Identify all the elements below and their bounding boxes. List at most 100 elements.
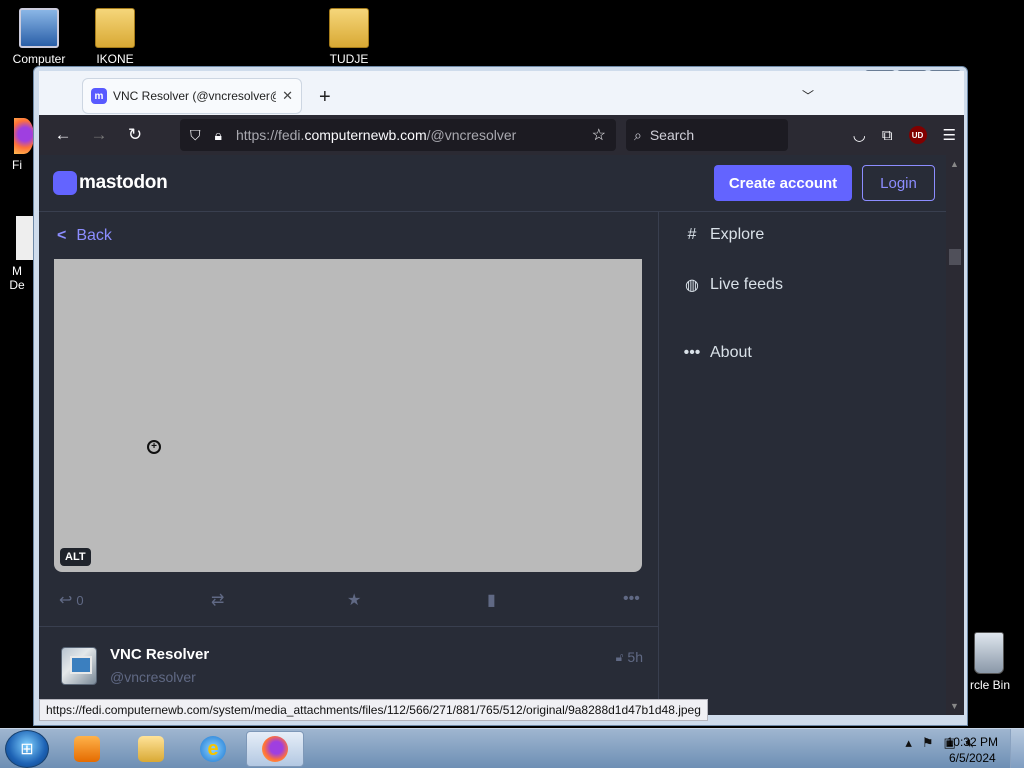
navigation-sidebar: # Explore ◍ Live feeds ••• About: [660, 212, 946, 715]
media-player-icon: [74, 736, 100, 762]
forward-arrow-icon[interactable]: →: [81, 125, 117, 145]
tab-bar: m VNC Resolver (@vncresolver@f ✕ + ﹀: [39, 71, 964, 115]
taskbar-firefox[interactable]: [246, 731, 304, 767]
status-time-text: 5h: [627, 649, 643, 665]
desktop: Computer IKONE TUDJE Fi M De rcle Bin ▁ …: [0, 0, 1024, 768]
status-action-bar: ↩ 0 ⇄ ★ ▮ •••: [57, 590, 647, 614]
back-arrow-icon[interactable]: ←: [45, 125, 81, 145]
back-link[interactable]: < Back: [57, 212, 112, 259]
desktop-icon-firefox[interactable]: Fi: [0, 118, 34, 172]
desktop-icon-tudje[interactable]: TUDJE: [314, 8, 384, 66]
show-desktop-button[interactable]: [1010, 729, 1024, 768]
start-button[interactable]: ⊞: [5, 730, 49, 768]
link-status-url: https://fedi.computernewb.com/system/med…: [39, 699, 708, 721]
clock-time: 10:32 PM: [946, 735, 998, 749]
scroll-up-icon[interactable]: ▲: [950, 159, 959, 169]
reply-icon: ↩: [59, 592, 73, 609]
taskbar-internet-explorer[interactable]: e: [184, 731, 242, 767]
folder-icon: [138, 736, 164, 762]
ellipsis-icon: •••: [683, 344, 701, 361]
taskbar: ⊞ e ▴ ⚑ ▣ 🔇︎ 10:32 PM 6/5/2024: [0, 728, 1024, 768]
desktop-icon-label: IKONE: [96, 52, 134, 66]
show-hidden-icons-chevron-up-icon[interactable]: ▴: [905, 735, 912, 751]
sidebar-item-live-feeds[interactable]: ◍ Live feeds: [682, 275, 783, 295]
main-column: < Back + ALT ↩ 0 ⇄ ★ ▮ ••• VNC Resolver …: [39, 212, 659, 715]
new-tab-button[interactable]: +: [319, 86, 331, 109]
scrollbar-thumb[interactable]: [949, 249, 961, 265]
taskbar-explorer[interactable]: [122, 731, 180, 767]
mastodon-page: mastodon Create account Login < Back + A…: [39, 155, 946, 715]
scroll-down-icon[interactable]: ▼: [950, 701, 959, 711]
globe-icon: ◍: [685, 277, 699, 294]
status-timestamp[interactable]: 🔓︎ 5h: [616, 649, 643, 665]
search-input[interactable]: ⌕ Search: [626, 119, 788, 151]
action-center-flag-icon[interactable]: ⚑: [922, 735, 934, 751]
boost-retweet-icon[interactable]: ⇄: [211, 590, 224, 610]
logo-text: mastodon: [79, 172, 168, 193]
unlocked-icon: 🔓︎: [615, 649, 624, 664]
desktop-icon-label: M: [12, 264, 22, 278]
desktop-icon-computer[interactable]: Computer: [4, 8, 74, 66]
ublock-origin-icon[interactable]: UD: [908, 126, 927, 144]
menu-hamburger-icon[interactable]: ☰: [943, 126, 956, 144]
shortcut-icon: [16, 216, 34, 260]
alt-badge[interactable]: ALT: [60, 548, 91, 566]
taskbar-media-player[interactable]: [58, 731, 116, 767]
reply-button[interactable]: ↩ 0: [59, 590, 84, 610]
browser-window: ▁ ❐ ✕ m VNC Resolver (@vncresolver@f ✕ +…: [33, 66, 968, 726]
more-ellipsis-icon[interactable]: •••: [623, 590, 640, 608]
chevron-left-icon: <: [57, 226, 67, 244]
mastodon-logo-icon: [53, 171, 77, 195]
reload-icon[interactable]: ↻: [117, 125, 153, 145]
status-handle[interactable]: @vncresolver: [110, 669, 196, 685]
avatar[interactable]: [61, 647, 97, 685]
firefox-icon: [14, 118, 34, 154]
bookmark-icon[interactable]: ▮: [487, 590, 496, 610]
computer-icon: [19, 8, 59, 48]
firefox-icon: [262, 736, 288, 762]
sidebar-item-label: About: [710, 344, 752, 361]
mastodon-favicon-icon: m: [91, 88, 107, 104]
page-scrollbar[interactable]: ▲ ▼: [946, 155, 964, 715]
pocket-icon[interactable]: ◡: [853, 126, 866, 144]
sidebar-item-about[interactable]: ••• About: [682, 344, 752, 362]
desktop-icon-label: TUDJE: [329, 52, 369, 66]
sidebar-item-label: Explore: [710, 226, 765, 243]
search-placeholder: Search: [649, 127, 695, 143]
folder-icon: [329, 8, 369, 48]
favourite-star-icon[interactable]: ★: [347, 590, 361, 610]
login-button[interactable]: Login: [862, 165, 935, 201]
list-all-tabs-chevron-down-icon[interactable]: ﹀: [802, 87, 814, 104]
zoom-in-cursor-icon: +: [147, 440, 161, 454]
url-bar[interactable]: ⛉ 🔒︎ https://fedi.computernewb.com/@vncr…: [180, 119, 616, 151]
mastodon-header: mastodon Create account Login: [39, 155, 946, 212]
extensions-puzzle-icon[interactable]: ⧉: [882, 127, 893, 144]
shield-icon[interactable]: ⛉: [190, 127, 201, 144]
desktop-icon-shortcut[interactable]: M De: [0, 216, 34, 292]
internet-explorer-icon: e: [200, 736, 226, 762]
back-label: Back: [76, 226, 112, 244]
close-tab-icon[interactable]: ✕: [282, 88, 293, 104]
status-display-name[interactable]: VNC Resolver: [110, 646, 209, 663]
bookmark-star-icon[interactable]: ☆: [592, 125, 606, 145]
desktop-icon-label: Computer: [12, 52, 66, 66]
clock[interactable]: 10:32 PM 6/5/2024: [947, 734, 998, 766]
desktop-icon-label: Fi: [12, 158, 22, 172]
clock-date: 6/5/2024: [948, 751, 996, 765]
search-icon: ⌕: [634, 126, 642, 143]
url-text[interactable]: https://fedi.computernewb.com/@vncresolv…: [236, 127, 592, 143]
desktop-icon-label: De: [9, 278, 25, 292]
desktop-icon-ikone[interactable]: IKONE: [80, 8, 150, 66]
lock-icon[interactable]: 🔒︎: [215, 127, 222, 144]
media-attachment-image[interactable]: + ALT: [54, 259, 642, 572]
reply-count: 0: [76, 592, 84, 608]
toolbar-extensions: ◡ ⧉ UD ☰: [853, 115, 956, 155]
mastodon-logo[interactable]: mastodon: [53, 171, 168, 195]
tab-vnc-resolver[interactable]: m VNC Resolver (@vncresolver@f ✕: [82, 78, 302, 114]
sidebar-item-label: Live feeds: [710, 276, 783, 293]
folder-icon: [95, 8, 135, 48]
sidebar-item-explore[interactable]: # Explore: [682, 226, 765, 244]
hashtag-icon: #: [687, 226, 697, 243]
tab-title: VNC Resolver (@vncresolver@f: [113, 89, 277, 103]
create-account-button[interactable]: Create account: [714, 165, 852, 201]
